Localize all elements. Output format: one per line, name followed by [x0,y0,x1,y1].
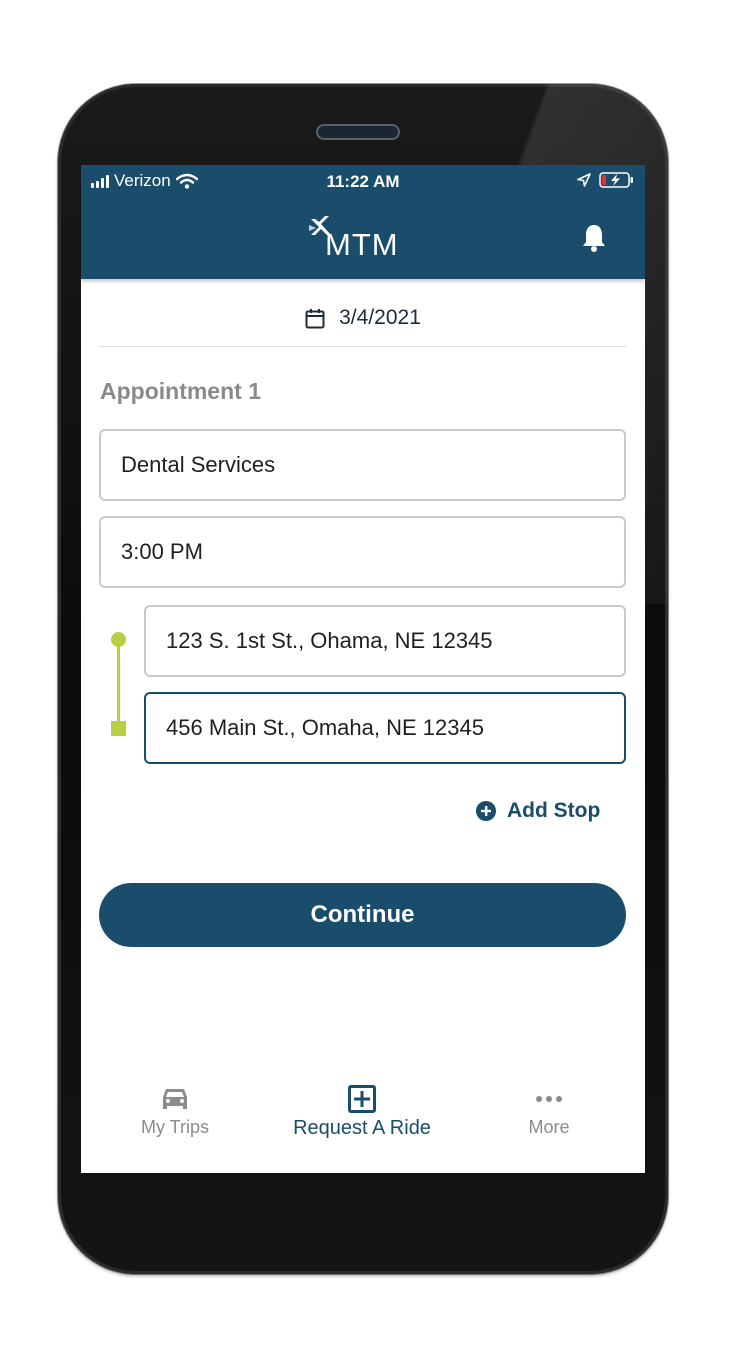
appointment-title: Appointment 1 [100,378,261,404]
pickup-marker-icon [111,632,126,647]
tab-label: More [528,1117,570,1137]
phone-speaker [316,124,400,140]
plus-square-icon [348,1085,376,1113]
add-stop-label: Add Stop [507,799,601,822]
more-icon [536,1096,562,1102]
pickup-address-value: 123 S. 1st St., Ohama, NE 12345 [166,628,493,653]
logo-text: MTM [325,227,399,262]
tab-label: Request A Ride [293,1117,431,1139]
bottom-nav: My Trips Request A Ride More [81,1085,645,1173]
location-arrow-icon [577,173,591,187]
mtm-logo: MTM [307,215,419,263]
plus-circle-icon [476,801,496,821]
bell-icon[interactable] [581,223,607,258]
continue-button[interactable]: Continue [99,883,626,947]
divider [99,346,626,347]
add-stop-button[interactable]: Add Stop [476,799,600,823]
app-header: Verizon 11:22 AM MTM [81,165,645,279]
tab-request-a-ride[interactable]: Request A Ride [277,1085,447,1140]
route-line [117,640,120,725]
date-selector[interactable]: 3/4/2021 [81,305,645,331]
battery-charging-icon [599,172,633,188]
time-value: 3:00 PM [121,539,203,564]
time-field[interactable]: 3:00 PM [99,516,626,588]
status-time: 11:22 AM [326,172,400,191]
dropoff-marker-icon [111,721,126,736]
calendar-icon [305,308,325,328]
dropoff-address-field[interactable]: 456 Main St., Omaha, NE 12345 [144,692,626,764]
dropoff-address-value: 456 Main St., Omaha, NE 12345 [166,715,484,740]
tab-my-trips[interactable]: My Trips [125,1085,225,1138]
car-icon [163,1089,187,1109]
status-bar: Verizon 11:22 AM [81,165,645,199]
continue-label: Continue [310,901,415,928]
pickup-address-field[interactable]: 123 S. 1st St., Ohama, NE 12345 [144,605,626,677]
tab-label: My Trips [140,1117,209,1137]
service-value: Dental Services [121,452,276,477]
app-screen: Verizon 11:22 AM MTM 3/4/2021 Appointmen… [81,165,645,1173]
tab-more[interactable]: More [505,1085,593,1138]
status-right [577,171,635,189]
service-field[interactable]: Dental Services [99,429,626,501]
date-value: 3/4/2021 [339,306,421,329]
